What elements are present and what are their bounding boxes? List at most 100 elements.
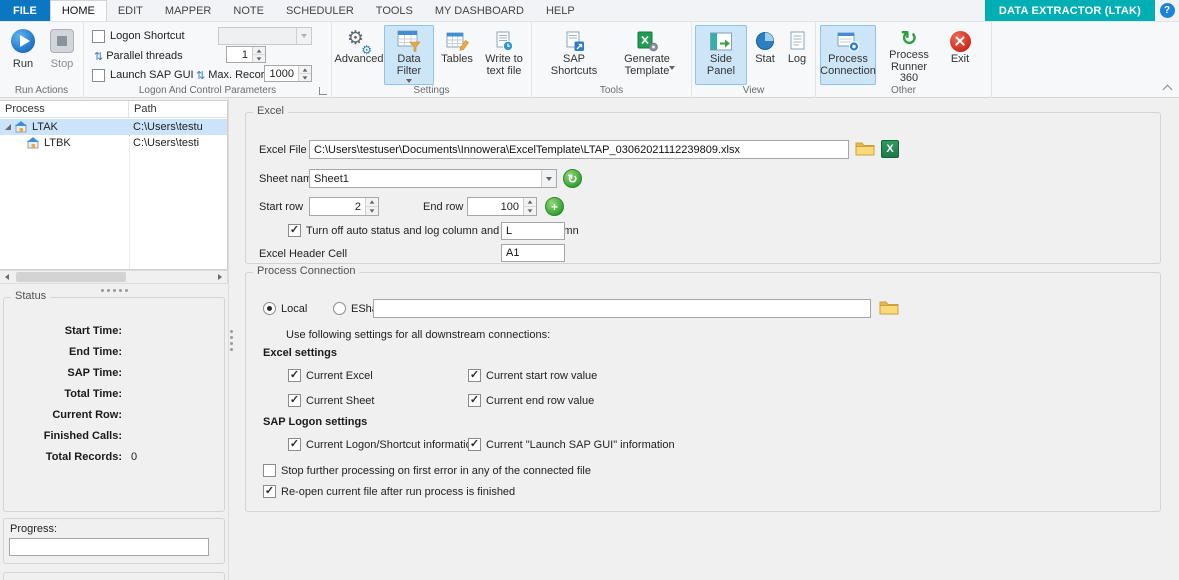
tab-file[interactable]: FILE bbox=[0, 0, 50, 21]
vertical-splitter[interactable] bbox=[228, 98, 229, 580]
sort-arrows-icon: ⇅ bbox=[196, 69, 205, 82]
generate-template-button[interactable]: Generate Template bbox=[616, 25, 678, 85]
help-button[interactable]: ? bbox=[1155, 0, 1179, 21]
tree-horizontal-scrollbar[interactable] bbox=[0, 270, 228, 284]
tab-scheduler[interactable]: SCHEDULER bbox=[275, 0, 365, 21]
ribbon-collapse-icon[interactable] bbox=[1163, 85, 1173, 95]
app-window: FILE HOME EDIT MAPPER NOTE SCHEDULER TOO… bbox=[0, 0, 1179, 580]
pie-chart-icon bbox=[755, 31, 775, 51]
stepper-down-icon[interactable] bbox=[253, 54, 265, 62]
stat-label: Stat bbox=[755, 54, 775, 66]
tree-row-ltbk[interactable]: LTBK C:\Users\testi bbox=[0, 135, 227, 151]
status-field-label: Start Time: bbox=[10, 325, 122, 337]
browse-folder-button[interactable] bbox=[855, 140, 875, 160]
start-row-stepper[interactable]: 2 bbox=[309, 197, 379, 216]
progress-groupbox: Progress: bbox=[3, 518, 225, 564]
scrollbar-track[interactable] bbox=[14, 271, 213, 283]
log-document-icon bbox=[789, 31, 806, 51]
process-connection-button[interactable]: Process Connection bbox=[820, 25, 876, 85]
end-row-stepper[interactable]: 100 bbox=[467, 197, 537, 216]
path-column-header[interactable]: Path bbox=[129, 101, 227, 117]
side-panel-button[interactable]: Side Panel bbox=[695, 25, 747, 85]
tab-mapper[interactable]: MAPPER bbox=[154, 0, 222, 21]
excel-icon: X bbox=[886, 143, 893, 155]
excel-header-cell-input[interactable] bbox=[501, 244, 565, 262]
data-filter-button[interactable]: Data Filter bbox=[384, 25, 434, 85]
scroll-left-icon[interactable] bbox=[0, 271, 14, 283]
advanced-label: Advanced bbox=[335, 54, 384, 66]
parallel-threads-stepper[interactable]: 1 bbox=[226, 46, 266, 63]
process-runner-360-button[interactable]: ↻ Process Runner 360 bbox=[880, 25, 938, 85]
current-sheet-checkbox[interactable]: ✓ bbox=[288, 394, 301, 407]
max-records-stepper[interactable]: 1000 bbox=[264, 65, 312, 82]
stop-on-error-row: Stop further processing on first error i… bbox=[263, 464, 591, 477]
tab-tools[interactable]: TOOLS bbox=[365, 0, 424, 21]
current-start-row-checkbox[interactable]: ✓ bbox=[468, 369, 481, 382]
exit-button[interactable]: Exit bbox=[942, 25, 978, 85]
bottom-groupbox-partial bbox=[3, 572, 225, 580]
stepper-up-icon[interactable] bbox=[253, 47, 265, 54]
status-field-label: Total Time: bbox=[10, 388, 122, 400]
sheet-name-combo[interactable]: Sheet1 bbox=[309, 169, 557, 188]
tree-expand-icon[interactable] bbox=[5, 124, 11, 130]
stop-on-error-checkbox[interactable] bbox=[263, 464, 276, 477]
process-column-header[interactable]: Process bbox=[0, 101, 129, 117]
tree-row-ltak[interactable]: LTAK C:\Users\testu bbox=[0, 119, 227, 135]
current-logon-checkbox[interactable]: ✓ bbox=[288, 438, 301, 451]
eshare-radio[interactable] bbox=[333, 302, 346, 315]
log-button[interactable]: Log bbox=[782, 25, 812, 85]
tab-edit[interactable]: EDIT bbox=[107, 0, 154, 21]
process-runner-360-label: Process Runner 360 bbox=[881, 50, 937, 85]
chevron-down-icon[interactable] bbox=[541, 170, 556, 187]
logon-shortcut-combo[interactable] bbox=[218, 27, 312, 45]
status-column-input[interactable] bbox=[501, 222, 565, 240]
splitter-handle[interactable] bbox=[230, 330, 233, 351]
scroll-right-icon[interactable] bbox=[213, 271, 227, 283]
stat-button[interactable]: Stat bbox=[750, 25, 780, 85]
tables-button[interactable]: Tables bbox=[437, 25, 477, 85]
current-launch-row: ✓ Current "Launch SAP GUI" information bbox=[468, 438, 675, 451]
other-group-label: Other bbox=[816, 85, 991, 96]
launch-sap-gui-checkbox[interactable] bbox=[92, 69, 105, 82]
reopen-file-label: Re-open current file after run process i… bbox=[281, 486, 515, 498]
sap-logon-settings-heading: SAP Logon settings bbox=[263, 416, 367, 428]
stepper-up-icon[interactable] bbox=[366, 198, 378, 206]
connection-path-input[interactable] bbox=[373, 299, 871, 318]
stepper-down-icon[interactable] bbox=[524, 206, 536, 215]
scrollbar-thumb[interactable] bbox=[16, 272, 126, 282]
dialog-launcher-icon[interactable] bbox=[319, 87, 327, 95]
stop-button[interactable]: Stop bbox=[44, 26, 80, 84]
gears-icon: ⚙⚙ bbox=[347, 29, 371, 53]
sap-shortcuts-button[interactable]: SAP Shortcuts bbox=[540, 25, 608, 85]
logon-shortcut-checkbox[interactable] bbox=[92, 30, 105, 43]
stepper-up-icon[interactable] bbox=[299, 66, 311, 73]
current-end-row-row: ✓ Current end row value bbox=[468, 394, 594, 407]
current-excel-checkbox[interactable]: ✓ bbox=[288, 369, 301, 382]
tab-my-dashboard[interactable]: MY DASHBOARD bbox=[424, 0, 535, 21]
dropdown-arrow-icon bbox=[669, 66, 675, 70]
local-radio[interactable] bbox=[263, 302, 276, 315]
chevron-down-icon[interactable] bbox=[296, 28, 311, 44]
advanced-button[interactable]: ⚙⚙ Advanced bbox=[337, 25, 381, 85]
run-button[interactable]: Run bbox=[5, 26, 41, 84]
browse-connection-button[interactable] bbox=[879, 299, 899, 319]
excel-file-input[interactable] bbox=[309, 140, 849, 159]
write-to-text-file-button[interactable]: Write to text file bbox=[480, 25, 528, 85]
stepper-down-icon[interactable] bbox=[299, 73, 311, 81]
open-excel-button[interactable]: X bbox=[881, 140, 899, 158]
stop-icon bbox=[50, 29, 74, 53]
stepper-down-icon[interactable] bbox=[366, 206, 378, 215]
turnoff-auto-status-checkbox[interactable]: ✓ bbox=[288, 224, 301, 237]
add-rows-button[interactable]: + bbox=[545, 197, 564, 216]
logon-group-label: Logon And Control Parameters bbox=[84, 85, 331, 96]
tab-note[interactable]: NOTE bbox=[222, 0, 275, 21]
tab-home[interactable]: HOME bbox=[50, 0, 107, 21]
status-row: Current Row: bbox=[10, 409, 131, 421]
current-launch-checkbox[interactable]: ✓ bbox=[468, 438, 481, 451]
stop-button-label: Stop bbox=[51, 58, 74, 70]
stepper-up-icon[interactable] bbox=[524, 198, 536, 206]
current-end-row-checkbox[interactable]: ✓ bbox=[468, 394, 481, 407]
reopen-file-checkbox[interactable]: ✓ bbox=[263, 485, 276, 498]
refresh-sheets-button[interactable]: ↻ bbox=[563, 169, 582, 188]
tab-help[interactable]: HELP bbox=[535, 0, 586, 21]
